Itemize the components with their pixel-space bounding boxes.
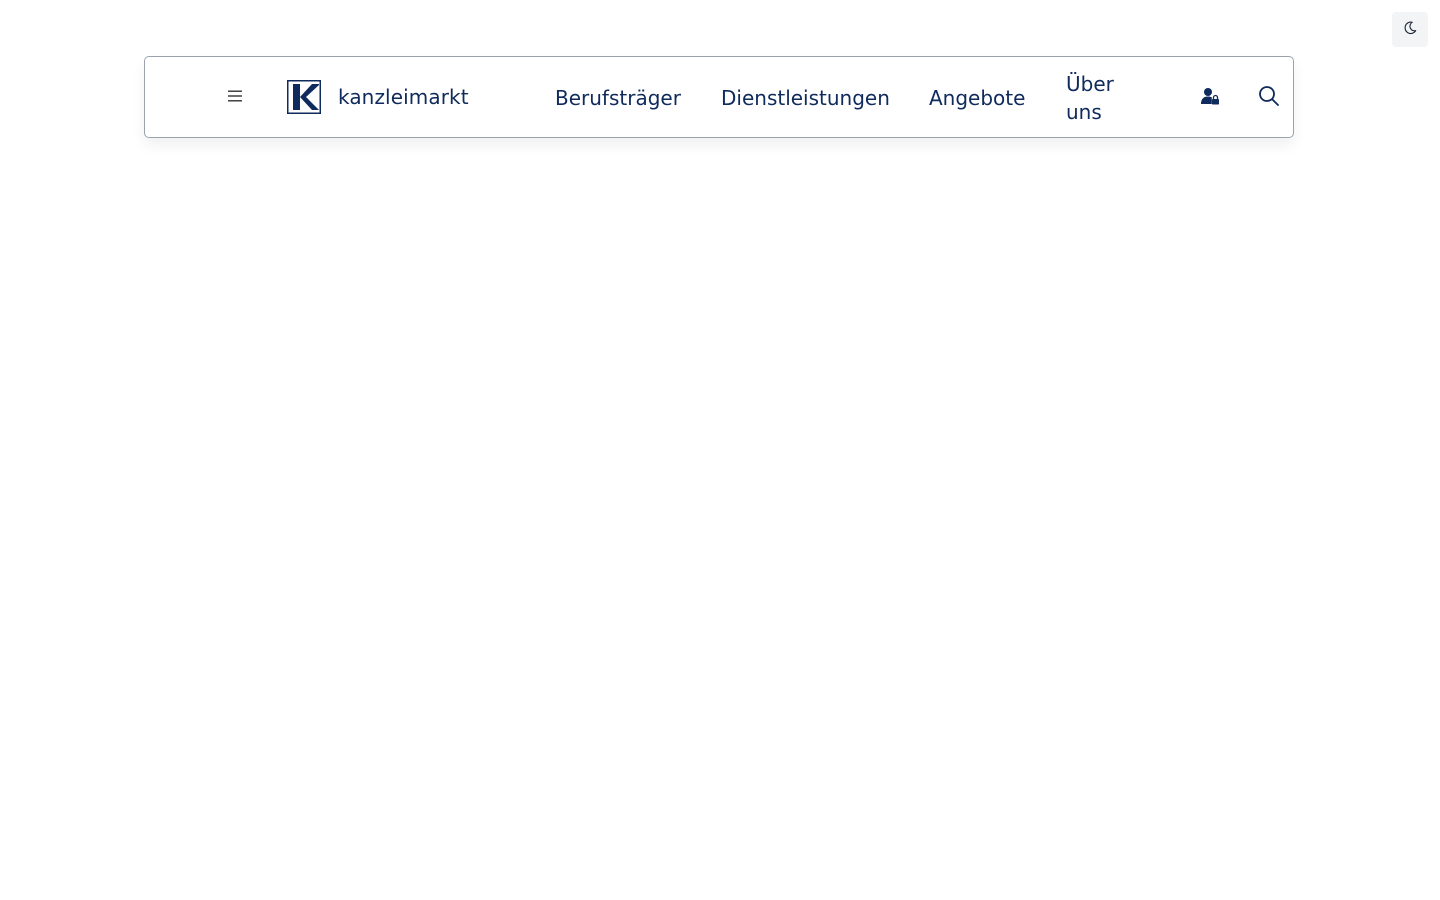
nav-link-angebote[interactable]: Angebote <box>929 84 1025 112</box>
search-button[interactable] <box>1256 85 1282 111</box>
brand-home-link[interactable]: kanzleimarkt <box>287 80 469 114</box>
k-logo-icon <box>287 80 321 114</box>
brand-name: kanzleimarkt <box>338 85 469 109</box>
theme-toggle-button[interactable] <box>1392 12 1428 47</box>
account-button[interactable] <box>1197 85 1223 111</box>
main-navbar: kanzleimarkt Berufsträger Dienstleistung… <box>144 56 1294 138</box>
menu-toggle-button[interactable] <box>225 87 245 107</box>
moon-icon <box>1403 20 1417 39</box>
nav-link-dienstleistungen[interactable]: Dienstleistungen <box>721 84 890 112</box>
hamburger-menu-icon <box>227 88 243 107</box>
nav-link-berufstraeger[interactable]: Berufsträger <box>555 84 681 112</box>
user-lock-icon <box>1200 86 1220 110</box>
nav-link-ueber-uns[interactable]: Über uns <box>1066 70 1128 126</box>
search-icon <box>1258 85 1280 111</box>
